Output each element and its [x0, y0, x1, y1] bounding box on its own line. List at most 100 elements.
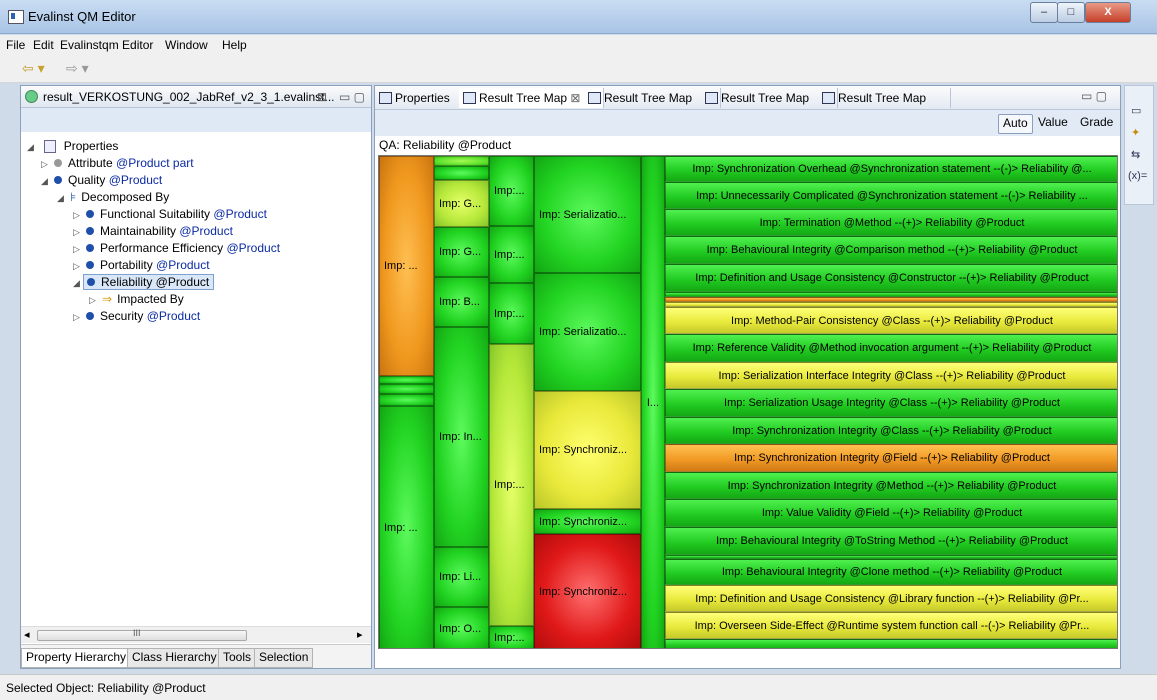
forward-arrow-icon[interactable]: ⇨ ▾ [66, 60, 89, 77]
treemap-cell[interactable]: Imp:... [489, 344, 534, 626]
scroll-left-icon[interactable]: ◂ [24, 628, 30, 641]
tab-result-tree-map-4[interactable]: Result Tree Map [818, 88, 951, 108]
treemap-row[interactable]: Imp: Reference Validity @Method invocati… [665, 334, 1117, 362]
treemap-cell[interactable]: Imp: Synchroniz... [534, 534, 641, 648]
minimize-maximize-icon[interactable]: ▭ ▢ [339, 90, 365, 104]
tree-item-properties[interactable]: ◢ Properties [27, 138, 118, 155]
treemap-row[interactable]: Imp: Synchronization Integrity @Method -… [665, 472, 1117, 499]
tab-result-tree-map-active[interactable]: Result Tree Map ⊠ [459, 88, 604, 108]
treemap-cell[interactable]: Imp: B... [434, 277, 489, 327]
tab-tools[interactable]: Tools [218, 648, 257, 668]
menu-window[interactable]: Window [165, 38, 208, 52]
collapsed-arrow-icon[interactable]: ▷ [73, 207, 83, 224]
tree-item-impacted-by[interactable]: ▷ ⇒ Impacted By [89, 291, 184, 308]
treemap-row[interactable] [665, 639, 1117, 648]
menu-edit[interactable]: Edit [33, 38, 54, 52]
treemap-cell[interactable]: Imp: G... [434, 180, 489, 227]
treemap-row[interactable]: Imp: Synchronization Overhead @Synchroni… [665, 156, 1117, 182]
treemap-row[interactable]: Imp: Definition and Usage Consistency @C… [665, 264, 1117, 292]
tree-item-functional-suitability[interactable]: ▷ Functional Suitability @Product [73, 206, 267, 223]
treemap-row[interactable]: Imp: Serialization Usage Integrity @Clas… [665, 389, 1117, 417]
treemap-row[interactable]: Imp: Behavioural Integrity @ToString Met… [665, 527, 1117, 555]
treemap-cell[interactable]: Imp: G... [434, 227, 489, 277]
variables-icon[interactable]: (x)= [1128, 170, 1147, 182]
menu-help[interactable]: Help [222, 38, 247, 52]
treemap-cell[interactable]: Imp:... [489, 626, 534, 648]
expanded-arrow-icon[interactable]: ◢ [41, 173, 51, 190]
treemap-cell[interactable]: Imp: In... [434, 327, 489, 547]
tree-item-attribute[interactable]: ▷ Attribute @Product part [41, 155, 194, 172]
treemap-row[interactable]: Imp: Behavioural Integrity @Comparison m… [665, 236, 1117, 264]
treemap-cell[interactable]: Imp:... [489, 283, 534, 344]
menu-evalinstqm-editor[interactable]: Evalinstqm Editor [60, 38, 153, 52]
collapsed-arrow-icon[interactable]: ▷ [73, 241, 83, 258]
expanded-arrow-icon[interactable]: ◢ [73, 275, 83, 292]
treemap-row[interactable]: Imp: Synchronization Integrity @Class --… [665, 417, 1117, 444]
expanded-arrow-icon[interactable]: ◢ [57, 190, 67, 207]
tree-item-portability[interactable]: ▷ Portability @Product [73, 257, 210, 274]
tree-item-security[interactable]: ▷ Security @Product [73, 308, 200, 325]
maximize-button[interactable]: □ [1057, 2, 1085, 23]
tab-selection[interactable]: Selection [254, 648, 314, 668]
treemap-row[interactable]: Imp: Serialization Interface Integrity @… [665, 362, 1117, 389]
treemap-cell[interactable] [434, 156, 489, 166]
grade-mode-button[interactable]: Grade [1076, 114, 1117, 132]
collapsed-arrow-icon[interactable]: ▷ [41, 156, 51, 173]
treemap-cell[interactable]: Imp: ... [379, 156, 434, 376]
collapsed-arrow-icon[interactable]: ▷ [73, 258, 83, 275]
tree-label: Performance Efficiency [100, 241, 227, 255]
treemap-cell[interactable]: Imp: Serializatio... [534, 273, 641, 391]
collapsed-arrow-icon[interactable]: ▷ [73, 224, 83, 241]
treemap-row[interactable]: Imp: Value Validity @Field --(+)> Reliab… [665, 499, 1117, 527]
collapsed-arrow-icon[interactable]: ▷ [89, 292, 99, 309]
treemap-cell[interactable]: Imp: Serializatio... [534, 156, 641, 273]
treemap-cell[interactable]: Imp: Synchroniz... [534, 391, 641, 509]
restore-icon[interactable]: ▭ [1131, 104, 1141, 117]
treemap-row[interactable]: Imp: Unnecessarily Complicated @Synchron… [665, 182, 1117, 209]
treemap-cell[interactable]: Imp: Synchroniz... [534, 509, 641, 534]
treemap-row[interactable]: Imp: Synchronization Integrity @Field --… [665, 444, 1117, 472]
tree-map[interactable]: Imp: ... Imp: ... Imp: G... Imp: G... Im… [378, 155, 1118, 649]
treemap-cell[interactable] [379, 384, 434, 394]
treemap-cell[interactable] [379, 376, 434, 384]
tab-class-hierarchy[interactable]: Class Hierarchy [127, 648, 222, 668]
tree-item-performance-efficiency[interactable]: ▷ Performance Efficiency @Product [73, 240, 280, 257]
minimize-button[interactable]: – [1030, 2, 1058, 23]
treemap-row[interactable]: Imp: Termination @Method --(+)> Reliabil… [665, 209, 1117, 236]
bottom-tab-bar: Property Hierarchy Class Hierarchy Tools… [21, 644, 371, 668]
close-button[interactable]: X [1085, 2, 1131, 23]
treemap-row[interactable]: Imp: Definition and Usage Consistency @L… [665, 585, 1117, 612]
close-icon[interactable]: ⊠ [570, 91, 580, 105]
treemap-cell[interactable]: Imp:... [489, 156, 534, 226]
scroll-thumb[interactable]: III [37, 628, 247, 641]
tree-item-decomposed-by[interactable]: ◢ ⊧ Decomposed By [57, 189, 169, 206]
menu-file[interactable]: File [6, 38, 25, 52]
tree-item-reliability[interactable]: ◢ Reliability @Product [73, 274, 215, 292]
tree-label: Quality [68, 173, 109, 187]
treemap-row[interactable]: Imp: Behavioural Integrity @Clone method… [665, 559, 1117, 585]
treemap-cell[interactable]: Imp: Li... [434, 547, 489, 607]
treemap-row[interactable]: Imp: Method-Pair Consistency @Class --(+… [665, 307, 1117, 334]
treemap-cell[interactable]: Imp: ... [379, 406, 434, 648]
collapsed-arrow-icon[interactable]: ▷ [73, 309, 83, 326]
hierarchy-icon[interactable]: ⇆ [1131, 148, 1140, 161]
minimize-maximize-icon[interactable]: ▭ ▢ [1081, 89, 1107, 103]
treemap-cell[interactable]: Imp: O... [434, 607, 489, 648]
treemap-cell[interactable] [379, 394, 434, 406]
close-icon[interactable]: ⊠ [317, 90, 327, 104]
tree-item-maintainability[interactable]: ▷ Maintainability @Product [73, 223, 233, 240]
treemap-cell[interactable]: Imp:... [489, 226, 534, 283]
treemap-row[interactable]: Imp: Overseen Side-Effect @Runtime syste… [665, 612, 1117, 639]
tree-item-quality[interactable]: ◢ Quality @Product [41, 172, 162, 189]
tab-property-hierarchy[interactable]: Property Hierarchy [21, 648, 132, 668]
treemap-cell[interactable]: I... [641, 156, 665, 648]
value-mode-button[interactable]: Value [1034, 114, 1072, 132]
auto-mode-button[interactable]: Auto [998, 114, 1033, 134]
treemap-cell[interactable] [434, 166, 489, 180]
scroll-right-icon[interactable]: ▸ [357, 628, 363, 641]
expanded-arrow-icon[interactable]: ◢ [27, 139, 37, 156]
horizontal-scrollbar[interactable]: ◂ III ▸ [21, 626, 371, 643]
back-arrow-icon[interactable]: ⇦ ▾ [22, 60, 45, 77]
result-file-tab[interactable]: result_VERKOSTUNG_002_JabRef_v2_3_1.eval… [43, 90, 335, 104]
palette-icon[interactable]: ✦ [1131, 126, 1140, 139]
